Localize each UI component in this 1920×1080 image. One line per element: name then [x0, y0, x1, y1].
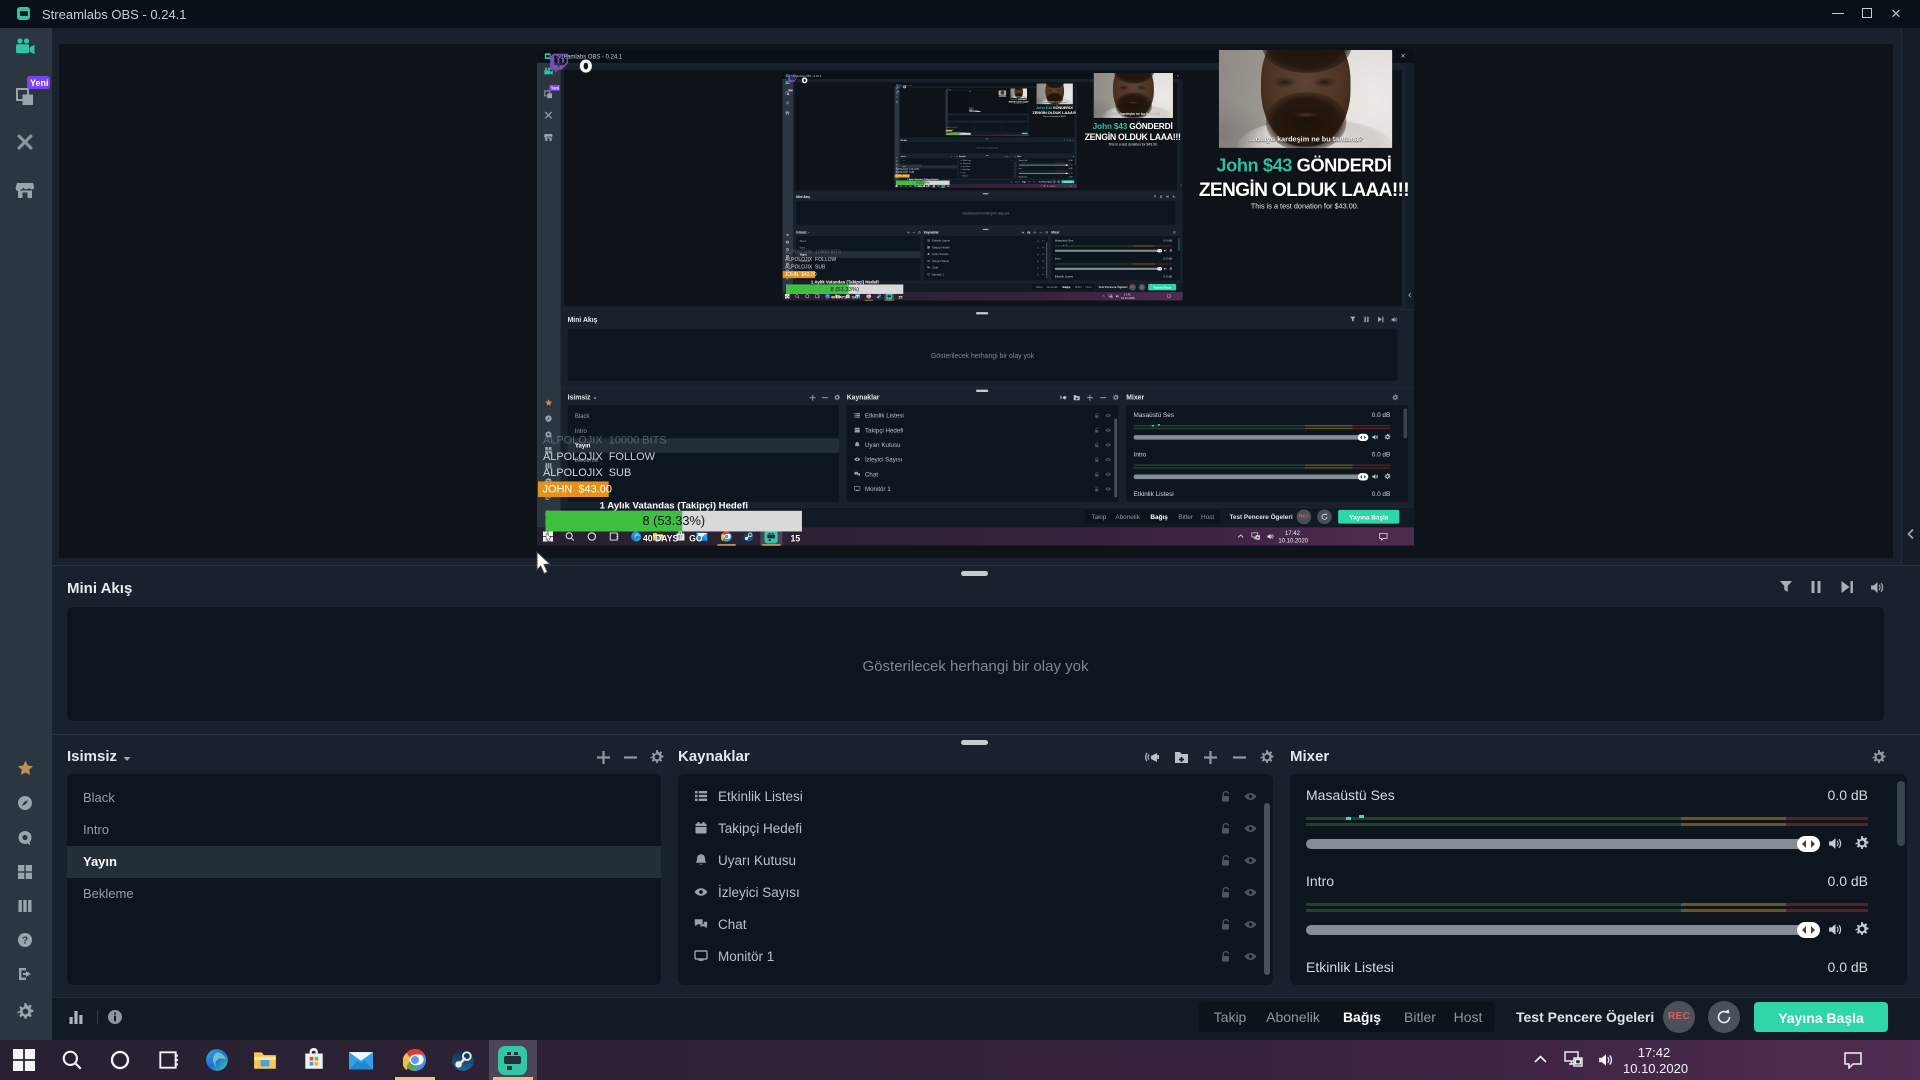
svg-text:?: ? — [22, 935, 28, 946]
